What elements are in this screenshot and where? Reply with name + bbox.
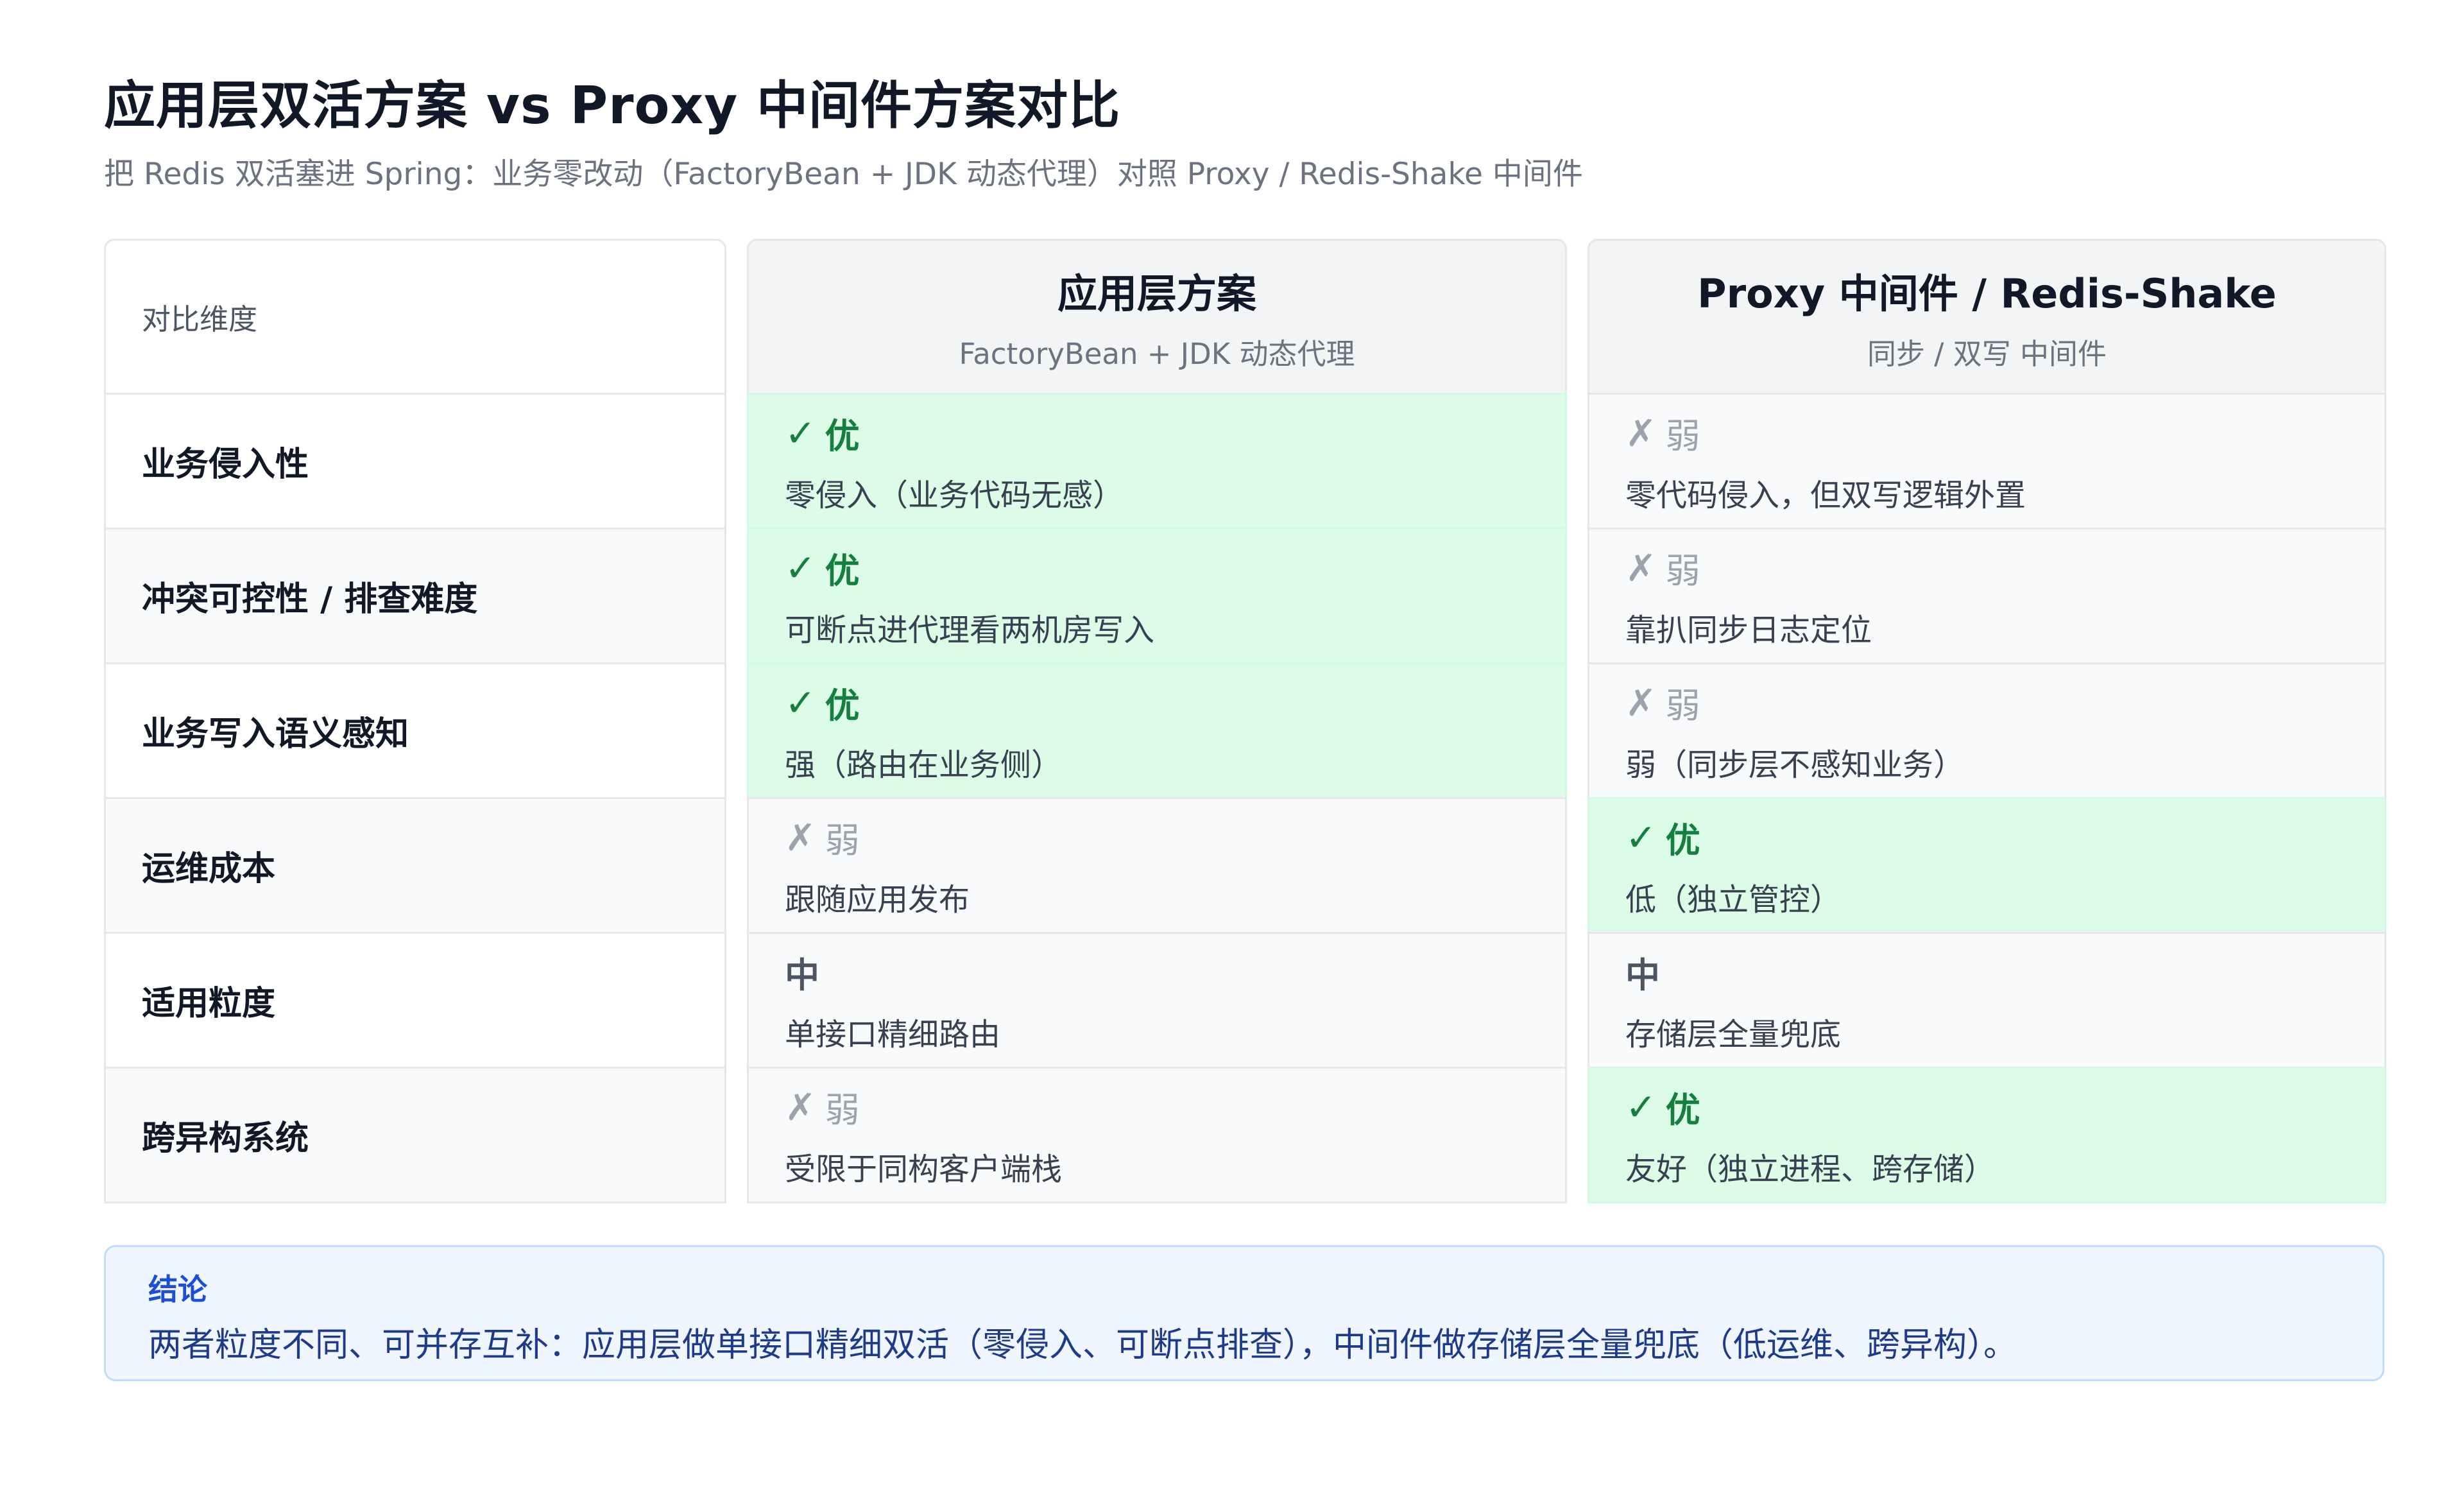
verdict: ✗ 弱 — [785, 812, 1529, 863]
verdict-text: 中 — [785, 955, 819, 995]
row-label: 业务侵入性 — [142, 445, 309, 484]
verdict-text: 弱 — [1665, 551, 1700, 591]
verdict: ✗ 弱 — [1625, 677, 2348, 728]
verdict-text: 弱 — [825, 1090, 860, 1130]
verdict-text: 弱 — [1665, 685, 1700, 726]
cross-icon: ✗ — [1625, 680, 1657, 725]
rating-cell: ✓ 优强（路由在业务侧） — [747, 662, 1567, 799]
row-label-cell: 适用粒度 — [104, 932, 726, 1069]
dimension-header: 对比维度 — [142, 302, 258, 336]
row-label-cell: 运维成本 — [104, 797, 726, 934]
comparison-table: 对比维度 业务侵入性冲突可控性 / 排查难度 业务写入语义感知 运维成本适用粒度跨异… — [104, 239, 2386, 1203]
rating-cell: 中存储层全量兜底 — [1587, 932, 2386, 1069]
cell-description: 单接口精细路由 — [785, 1017, 1001, 1053]
row-label-cell: 冲突可控性 / 排查难度 — [104, 528, 726, 664]
verdict: 中 — [1625, 947, 2348, 997]
cell-description: 靠扒同步日志定位 — [1625, 612, 1872, 648]
verdict: ✓ 优 — [1625, 812, 2348, 863]
verdict-text: 弱 — [1665, 416, 1700, 456]
app-layer-header: 应用层方案 FactoryBean + JDK 动态代理 — [747, 239, 1567, 395]
verdict: ✓ 优 — [785, 677, 1529, 728]
page-subtitle: 把 Redis 双活塞进 Spring：业务零改动（FactoryBean + … — [104, 157, 1583, 192]
cell-description: 低（独立管控） — [1625, 882, 1842, 918]
proxy-column: Proxy 中间件 / Redis-Shake 同步 / 双写 中间件 ✗ 弱零代… — [1587, 239, 2386, 1203]
cross-icon: ✗ — [785, 1085, 816, 1129]
cell-description: 受限于同构客户端栈 — [785, 1151, 1063, 1187]
check-icon: ✓ — [1625, 815, 1657, 859]
verdict: ✓ 优 — [785, 408, 1529, 458]
check-icon: ✓ — [785, 680, 816, 725]
cell-description: 弱（同步层不感知业务） — [1625, 747, 1965, 783]
row-label: 运维成本 — [142, 850, 276, 888]
conclusion-label: 结论 — [148, 1272, 207, 1307]
column-subtitle: FactoryBean + JDK 动态代理 — [959, 337, 1355, 371]
row-label: 跨异构系统 — [142, 1119, 309, 1158]
verdict: ✗ 弱 — [1625, 408, 2348, 458]
rating-cell: ✗ 弱零代码侵入，但双写逻辑外置 — [1587, 393, 2386, 529]
verdict: ✓ 优 — [785, 542, 1529, 593]
app-layer-column: 应用层方案 FactoryBean + JDK 动态代理 ✓ 优零侵入（业务代码无… — [747, 239, 1567, 1203]
check-icon: ✓ — [785, 546, 816, 590]
rating-cell: ✗ 弱跟随应用发布 — [747, 797, 1567, 934]
row-label: 冲突可控性 / 排查难度 — [142, 580, 478, 619]
rating-cell: ✗ 弱受限于同构客户端栈 — [747, 1067, 1567, 1203]
rating-cell: ✗ 弱靠扒同步日志定位 — [1587, 528, 2386, 664]
dimension-header-cell: 对比维度 — [104, 239, 726, 395]
cell-description: 零代码侵入，但双写逻辑外置 — [1625, 478, 2026, 513]
verdict: 中 — [785, 947, 1529, 997]
verdict-text: 优 — [1665, 1090, 1700, 1130]
cross-icon: ✗ — [1625, 411, 1657, 455]
proxy-header: Proxy 中间件 / Redis-Shake 同步 / 双写 中间件 — [1587, 239, 2386, 395]
rating-cell: 中单接口精细路由 — [747, 932, 1567, 1069]
conclusion-box: 结论 两者粒度不同、可并存互补：应用层做单接口精细双活（零侵入、可断点排查），中… — [104, 1245, 2384, 1381]
rating-cell: ✓ 优零侵入（业务代码无感） — [747, 393, 1567, 529]
conclusion-text: 两者粒度不同、可并存互补：应用层做单接口精细双活（零侵入、可断点排查），中间件做… — [148, 1326, 2017, 1364]
cell-description: 存储层全量兜底 — [1625, 1017, 1842, 1053]
cell-description: 零侵入（业务代码无感） — [785, 478, 1124, 513]
verdict-text: 优 — [1665, 820, 1700, 861]
rating-cell: ✓ 优低（独立管控） — [1587, 797, 2386, 934]
verdict: ✓ 优 — [1625, 1081, 2348, 1132]
row-label-cell: 业务写入语义感知 — [104, 662, 726, 799]
dimension-column: 对比维度 业务侵入性冲突可控性 / 排查难度 业务写入语义感知 运维成本适用粒度跨异… — [104, 239, 726, 1203]
verdict-text: 优 — [825, 685, 860, 726]
cell-description: 强（路由在业务侧） — [785, 747, 1063, 783]
page-title: 应用层双活方案 vs Proxy 中间件方案对比 — [104, 76, 1121, 135]
row-label-cell: 业务侵入性 — [104, 393, 726, 529]
verdict-text: 中 — [1625, 955, 1660, 995]
verdict: ✗ 弱 — [785, 1081, 1529, 1132]
verdict-text: 弱 — [825, 820, 860, 861]
cell-description: 可断点进代理看两机房写入 — [785, 612, 1155, 648]
rating-cell: ✓ 优可断点进代理看两机房写入 — [747, 528, 1567, 664]
row-label: 业务写入语义感知 — [142, 715, 409, 753]
column-title: 应用层方案 — [1057, 270, 1256, 317]
cell-description: 友好（独立进程、跨存储） — [1625, 1151, 1996, 1187]
row-label-cell: 跨异构系统 — [104, 1067, 726, 1203]
cross-icon: ✗ — [785, 815, 816, 859]
rating-cell: ✓ 优友好（独立进程、跨存储） — [1587, 1067, 2386, 1203]
cell-description: 跟随应用发布 — [785, 882, 970, 918]
column-title: Proxy 中间件 / Redis-Shake — [1697, 270, 2277, 317]
row-label: 适用粒度 — [142, 985, 276, 1023]
column-subtitle: 同步 / 双写 中间件 — [1867, 337, 2107, 371]
verdict-text: 优 — [825, 551, 860, 591]
verdict-text: 优 — [825, 416, 860, 456]
check-icon: ✓ — [785, 411, 816, 455]
check-icon: ✓ — [1625, 1085, 1657, 1129]
page: 应用层双活方案 vs Proxy 中间件方案对比 把 Redis 双活塞进 Sp… — [0, 0, 2464, 1489]
rating-cell: ✗ 弱弱（同步层不感知业务） — [1587, 662, 2386, 799]
verdict: ✗ 弱 — [1625, 542, 2348, 593]
cross-icon: ✗ — [1625, 546, 1657, 590]
